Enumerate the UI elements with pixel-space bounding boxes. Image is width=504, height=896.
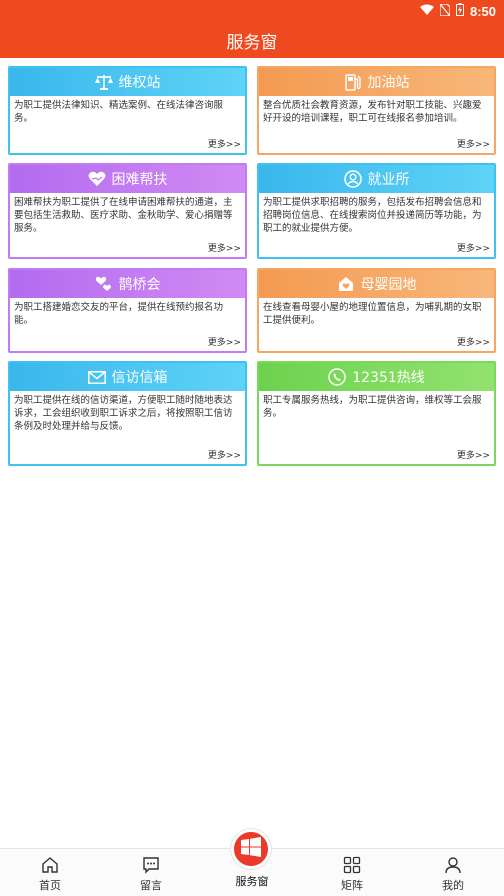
card-description: 在线查看母婴小屋的地理位置信息，为哺乳期的女职工提供便利。 <box>263 302 482 326</box>
wifi-icon <box>419 4 434 18</box>
card-header: 维权站 <box>10 68 245 96</box>
card-description: 为职工搭建婚恋交友的平台，提供在线预约报名功能。 <box>14 302 224 326</box>
page-title: 服务窗 <box>226 32 278 53</box>
card-employment[interactable]: 就业所 为职工提供求职招聘的服务，包括发布招聘会信息和招聘岗位信息、在线搜索岗位… <box>257 163 496 259</box>
card-header: 母婴园地 <box>259 270 494 298</box>
nav-message[interactable]: 留言 <box>121 855 181 893</box>
heart-hand-icon <box>88 170 106 188</box>
card-description: 为职工提供求职招聘的服务，包括发布招聘会信息和招聘岗位信息、在线搜索岗位并投递简… <box>263 197 482 234</box>
card-title: 12351热线 <box>352 370 425 386</box>
page-header: 服务窗 <box>0 22 504 58</box>
more-link[interactable]: 更多>> <box>208 448 241 461</box>
more-link[interactable]: 更多>> <box>457 241 490 254</box>
more-link[interactable]: 更多>> <box>457 335 490 348</box>
bottom-nav: 首页 留言 服务窗 矩阵 我的 <box>0 829 504 896</box>
person-search-icon <box>343 170 362 188</box>
card-title: 就业所 <box>367 172 410 188</box>
scales-icon <box>94 73 113 91</box>
card-title: 维权站 <box>118 75 161 91</box>
nav-matrix-label: 矩阵 <box>341 879 363 892</box>
card-matchmaking[interactable]: 鹊桥会 为职工搭建婚恋交友的平台，提供在线预约报名功能。 更多>> <box>8 268 247 353</box>
nav-mine[interactable]: 我的 <box>423 855 483 893</box>
nav-home-label: 首页 <box>39 879 61 892</box>
card-header: 就业所 <box>259 165 494 193</box>
status-time: 8:50 <box>469 3 496 19</box>
nav-mine-label: 我的 <box>442 879 464 892</box>
no-sim-icon <box>439 2 451 19</box>
more-link[interactable]: 更多>> <box>457 448 490 461</box>
more-link[interactable]: 更多>> <box>208 241 241 254</box>
card-title: 母婴园地 <box>360 277 417 293</box>
card-header: 12351热线 <box>259 363 494 391</box>
nav-service-button[interactable] <box>231 829 271 869</box>
chat-icon <box>121 855 181 875</box>
card-header: 鹊桥会 <box>10 270 245 298</box>
phone-icon <box>328 368 346 386</box>
battery-icon <box>455 3 464 19</box>
card-description: 为职工提供法律知识、精选案例、在线法律咨询服务。 <box>14 100 224 124</box>
card-title: 加油站 <box>367 75 410 91</box>
nav-message-label: 留言 <box>140 879 162 892</box>
windows-icon <box>241 837 261 861</box>
fuel-pump-icon <box>344 73 362 91</box>
card-header: 信访信箱 <box>10 363 245 391</box>
grid-icon <box>322 855 382 875</box>
card-rights-station[interactable]: 维权站 为职工提供法律知识、精选案例、在线法律咨询服务。 更多>> <box>8 66 247 155</box>
card-description: 为职工提供在线的信访渠道，方便职工随时随地表达诉求，工会组织收到职工诉求之后，将… <box>14 395 233 432</box>
more-link[interactable]: 更多>> <box>457 137 490 150</box>
nav-service-label: 服务窗 <box>235 875 269 888</box>
nav-matrix[interactable]: 矩阵 <box>322 855 382 893</box>
card-description: 职工专属服务热线，为职工提供咨询，维权等工会服务。 <box>263 395 482 419</box>
card-header: 加油站 <box>259 68 494 96</box>
card-description: 困难帮扶为职工提供了在线申请困难帮扶的通道，主要包括生活救助、医疗求助、金秋助学… <box>14 197 233 234</box>
mother-baby-house-icon <box>337 275 355 293</box>
status-bar: 8:50 <box>0 0 504 22</box>
card-hotline[interactable]: 12351热线 职工专属服务热线，为职工提供咨询，维权等工会服务。 更多>> <box>257 361 496 466</box>
card-fuel-station[interactable]: 加油站 整合优质社会教育资源，发布针对职工技能、兴趣爱好开设的培训课程，职工可在… <box>257 66 496 155</box>
envelope-icon <box>87 368 106 386</box>
hearts-icon <box>95 275 113 293</box>
card-mother-baby[interactable]: 母婴园地 在线查看母婴小屋的地理位置信息，为哺乳期的女职工提供便利。 更多>> <box>257 268 496 353</box>
card-title: 鹊桥会 <box>118 277 161 293</box>
more-link[interactable]: 更多>> <box>208 335 241 348</box>
card-hardship-aid[interactable]: 困难帮扶 困难帮扶为职工提供了在线申请困难帮扶的通道，主要包括生活救助、医疗求助… <box>8 163 247 259</box>
card-petition-mailbox[interactable]: 信访信箱 为职工提供在线的信访渠道，方便职工随时随地表达诉求，工会组织收到职工诉… <box>8 361 247 466</box>
card-description: 整合优质社会教育资源，发布针对职工技能、兴趣爱好开设的培训课程，职工可在线报名参… <box>263 100 482 124</box>
card-title: 信访信箱 <box>111 370 168 386</box>
user-icon <box>423 855 483 875</box>
home-icon <box>20 855 80 875</box>
card-title: 困难帮扶 <box>111 172 168 188</box>
nav-home[interactable]: 首页 <box>20 855 80 893</box>
card-header: 困难帮扶 <box>10 165 245 193</box>
more-link[interactable]: 更多>> <box>208 137 241 150</box>
